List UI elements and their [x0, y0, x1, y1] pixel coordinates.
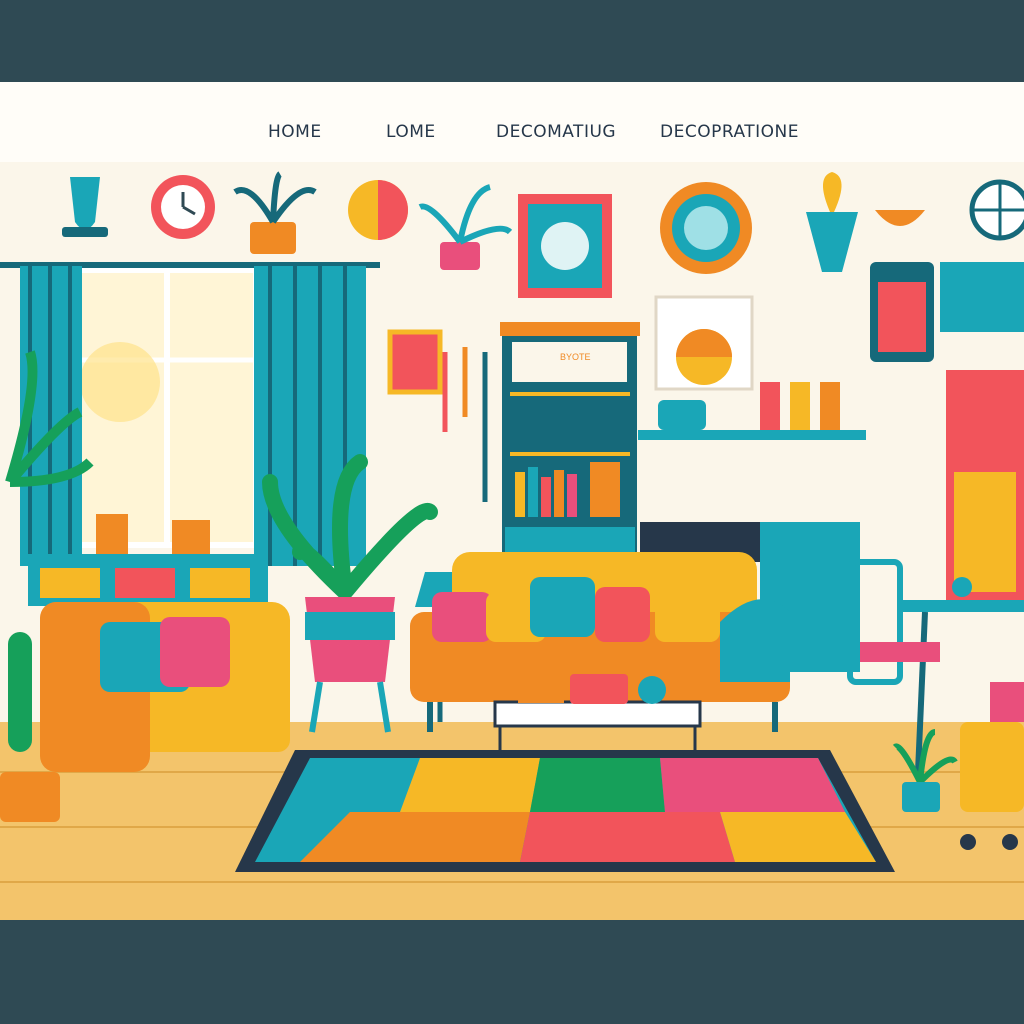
sunset-art-icon — [654, 295, 754, 391]
bookshelf-label: BYOTE — [560, 352, 591, 362]
nav-link-decopratione[interactable]: DECOPRATIONE — [660, 122, 799, 142]
page-frame: HOME LOME DECOMATIUG DECOPRATIONE BYOTE — [0, 82, 1024, 920]
nav-link-decomatiug[interactable]: DECOMATIUG — [496, 122, 616, 142]
window-icon — [75, 267, 259, 548]
room-scene-svg: BYOTE — [0, 162, 1024, 920]
armchair-icon — [40, 602, 290, 772]
nav-link-lome[interactable]: LOME — [386, 122, 436, 142]
wall-clock-icon — [151, 175, 215, 239]
nav-link-home[interactable]: HOME — [268, 122, 322, 142]
mirror-icon — [660, 182, 752, 274]
curtain-right-icon — [254, 266, 366, 566]
living-room-illustration: BYOTE — [0, 162, 1024, 920]
rug-icon — [235, 750, 895, 872]
wall-fan-icon — [969, 179, 1024, 241]
sun-ball-decor-icon — [348, 180, 408, 240]
framed-art-icon — [518, 194, 612, 298]
